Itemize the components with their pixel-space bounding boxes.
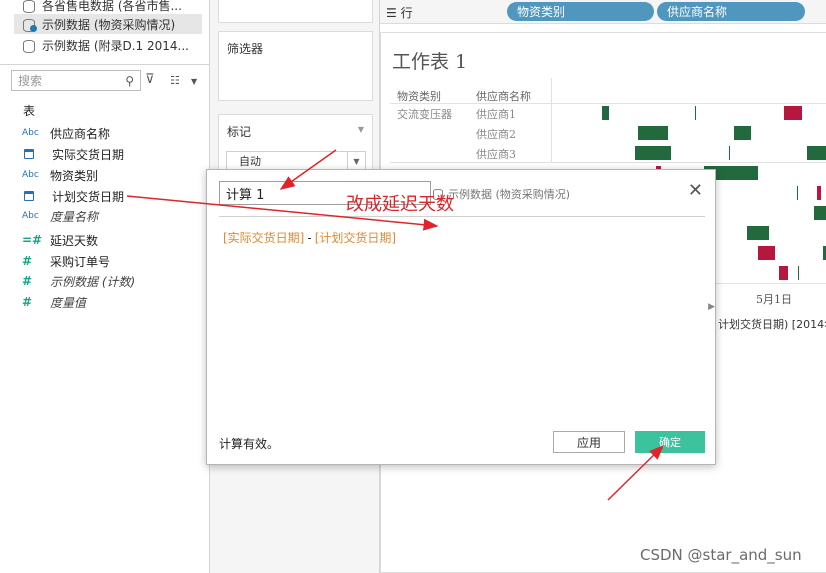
header-category: 物资类别 — [397, 90, 441, 103]
view-list-icon[interactable]: ☷ — [170, 74, 180, 87]
category-cell: 交流变压器 — [397, 108, 452, 121]
gantt-tick — [797, 186, 798, 200]
string-type-icon: Abc — [22, 128, 39, 138]
gantt-bar[interactable] — [638, 126, 668, 140]
string-type-icon: Abc — [22, 211, 39, 221]
field-purchase-order-no[interactable]: # 采购订单号 — [22, 251, 110, 271]
gantt-bar[interactable] — [817, 186, 821, 200]
field-material-category[interactable]: Abc 物资类别 — [22, 165, 98, 185]
chevron-down-icon: ▼ — [347, 152, 365, 170]
gridline — [390, 103, 826, 104]
formula-editor[interactable]: [实际交货日期] - [计划交货日期] — [223, 229, 396, 246]
annotation-text: 改成延迟天数 — [346, 194, 454, 215]
field-actual-delivery-date[interactable]: 实际交货日期 — [22, 144, 124, 164]
gridline — [390, 162, 826, 163]
rows-shelf[interactable]: ☰ 行 物资类别 供应商名称 — [380, 0, 826, 24]
apply-button[interactable]: 应用 — [553, 431, 625, 453]
datasource-active-icon — [22, 17, 37, 32]
formula-field-planned-date: [计划交货日期] — [314, 231, 397, 245]
marks-title: 标记 — [227, 125, 252, 139]
row-pill-supplier-name[interactable]: 供应商名称 — [657, 2, 805, 21]
filter-icon[interactable]: ⊽ — [145, 72, 155, 87]
gantt-tick — [798, 266, 799, 280]
search-input[interactable]: 搜索 ⚲ — [11, 70, 141, 91]
header-supplier: 供应商名称 — [476, 90, 531, 103]
gantt-bar[interactable] — [779, 266, 788, 280]
search-placeholder: 搜索 — [18, 74, 43, 88]
row-pill-material-category[interactable]: 物资类别 — [507, 2, 654, 21]
gantt-bar[interactable] — [814, 206, 826, 220]
axis-line — [711, 283, 826, 284]
field-measure-names[interactable]: Abc 度量名称 — [22, 206, 98, 226]
datasource-item-active[interactable]: 示例数据 (物资采购情况) — [14, 14, 202, 34]
axis-title[interactable]: 计划交货日期) [2014年] — [718, 316, 826, 332]
datasource-item[interactable]: 示例数据 (附录D.1 2014... — [22, 35, 202, 55]
rows-shelf-label: ☰ 行 — [386, 6, 413, 20]
divider — [0, 64, 210, 65]
gantt-bar[interactable] — [602, 106, 609, 120]
supplier-cell: 供应商3 — [476, 148, 516, 161]
datasource-icon — [22, 0, 36, 13]
calendar-icon — [24, 191, 34, 201]
gantt-bar[interactable] — [807, 146, 826, 160]
gantt-bar[interactable] — [784, 106, 802, 120]
gridline — [551, 78, 552, 162]
datasource-icon — [22, 38, 36, 53]
field-record-count[interactable]: # 示例数据 (计数) — [22, 271, 135, 291]
divider — [219, 216, 705, 217]
table-section-label: 表 — [23, 104, 36, 118]
calculation-status: 计算有效。 — [219, 437, 280, 451]
datasource-label: 示例数据 (附录D.1 2014... — [42, 38, 189, 53]
calculated-measure-icon: =# — [22, 233, 43, 247]
pages-card — [218, 0, 373, 23]
supplier-cell: 供应商2 — [476, 128, 516, 141]
chevron-down-icon[interactable]: ▼ — [358, 125, 364, 134]
formula-field-actual-date: [实际交货日期] — [223, 231, 305, 245]
measure-icon: # — [22, 254, 33, 268]
rows-icon: ☰ — [386, 6, 401, 20]
measure-icon: # — [22, 295, 33, 309]
gantt-tick — [729, 146, 730, 160]
datasource-label: 各省售电数据 (各省市售... — [42, 0, 182, 13]
gantt-bar[interactable] — [734, 126, 751, 140]
datasource-item[interactable]: 各省售电数据 (各省市售... — [22, 0, 202, 15]
expand-panel-icon[interactable]: ▶ — [708, 302, 715, 312]
filters-card[interactable]: 筛选器 — [218, 31, 373, 101]
field-measure-values[interactable]: # 度量值 — [22, 292, 86, 312]
watermark: CSDN @star_and_sun — [640, 546, 802, 564]
search-icon: ⚲ — [125, 74, 134, 88]
sheet-title: 工作表 1 — [392, 51, 468, 73]
calculation-dialog: 示例数据 (物资采购情况) ✕ [实际交货日期]-[计划交货日期] ▶ 计算有效… — [206, 169, 716, 465]
supplier-cell: 供应商1 — [476, 108, 516, 121]
data-pane: 各省售电数据 (各省市售... 示例数据 (物资采购情况) 示例数据 (附录D.… — [0, 0, 210, 573]
gantt-bar[interactable] — [758, 246, 775, 260]
chevron-down-icon[interactable]: ▼ — [191, 77, 197, 86]
gantt-bar[interactable] — [635, 146, 671, 160]
field-delay-days[interactable]: =# 延迟天数 — [22, 230, 98, 250]
formula-operator: - — [307, 231, 312, 245]
calendar-icon — [24, 149, 34, 159]
close-icon[interactable]: ✕ — [688, 180, 703, 201]
field-planned-delivery-date[interactable]: 计划交货日期 — [22, 186, 124, 206]
datasource-label: 示例数据 (物资采购情况) — [42, 17, 176, 32]
gantt-tick — [695, 106, 696, 120]
mark-type-select[interactable]: 自动 ▼ — [226, 151, 366, 171]
field-supplier-name[interactable]: Abc 供应商名称 — [22, 123, 110, 143]
string-type-icon: Abc — [22, 170, 39, 180]
filters-title: 筛选器 — [227, 42, 264, 56]
axis-tick-label: 5月1日 — [756, 293, 792, 306]
gantt-bar[interactable] — [747, 226, 769, 240]
ok-button[interactable]: 确定 — [635, 431, 705, 453]
measure-icon: # — [22, 274, 33, 288]
